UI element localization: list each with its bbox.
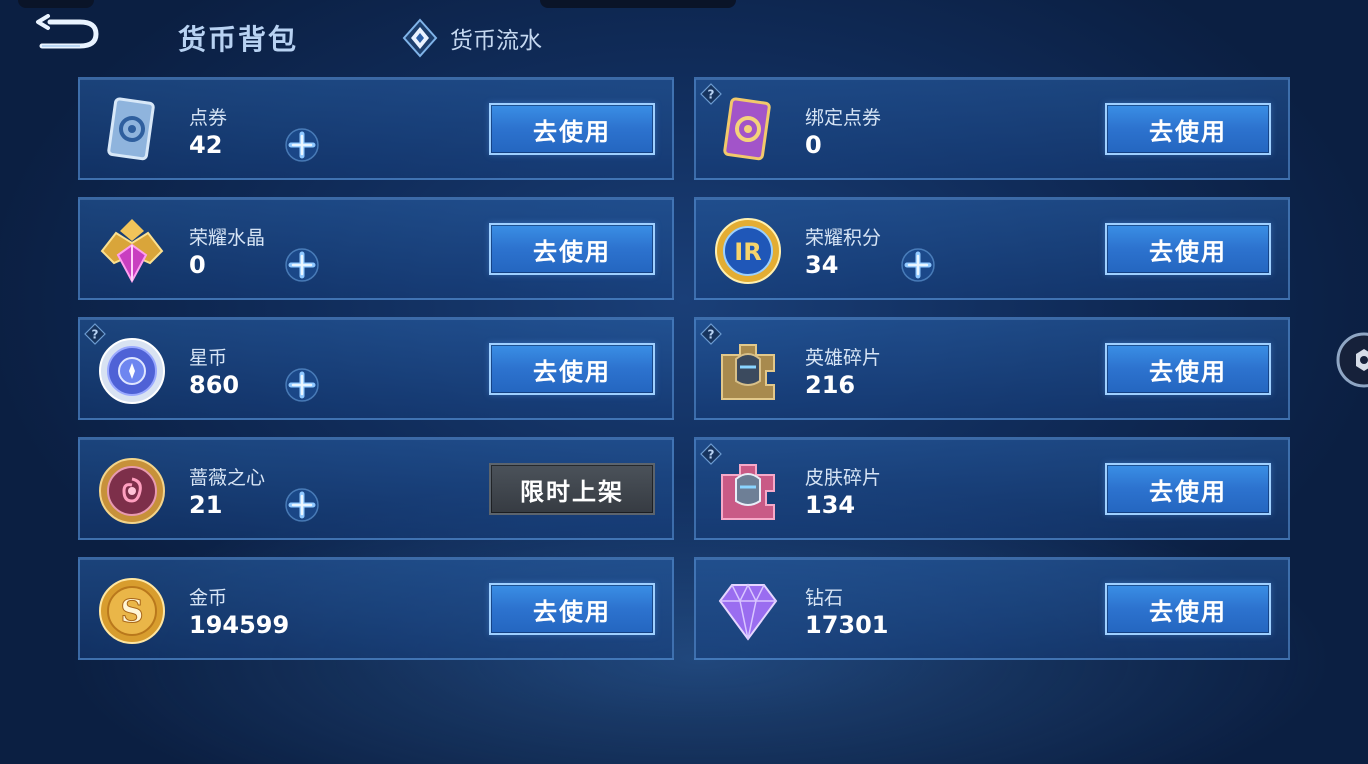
- currency-amount: 21: [189, 491, 223, 519]
- add-plus-icon[interactable]: [283, 366, 321, 404]
- currency-amount: 0: [805, 131, 822, 159]
- currency-card-glory-crystal: 荣耀水晶 0 去使用: [78, 197, 674, 300]
- currency-name: 荣耀水晶: [189, 227, 266, 249]
- use-button[interactable]: 去使用: [489, 103, 655, 155]
- use-button[interactable]: 去使用: [1105, 583, 1271, 635]
- use-button[interactable]: 去使用: [1105, 223, 1271, 275]
- currency-name: 星币: [189, 347, 228, 369]
- back-arrow-icon[interactable]: [32, 14, 104, 54]
- svg-text:S: S: [120, 592, 143, 630]
- currency-name: 钻石: [805, 587, 844, 609]
- currency-name: 荣耀积分: [805, 227, 882, 249]
- add-plus-icon[interactable]: [899, 246, 937, 284]
- currency-card-star-coin: ? 星币 860 去使用: [78, 317, 674, 420]
- currency-card-glory-points: IR 荣耀积分 34 去使用: [694, 197, 1290, 300]
- add-plus-icon[interactable]: [283, 486, 321, 524]
- add-plus-icon[interactable]: [283, 126, 321, 164]
- use-button[interactable]: 去使用: [489, 343, 655, 395]
- gold-coin-icon: S: [99, 578, 165, 644]
- currency-name: 绑定点券: [805, 107, 882, 129]
- hero-fragment-icon: [721, 344, 775, 400]
- currency-amount: 17301: [805, 611, 889, 639]
- currency-name: 皮肤碎片: [805, 467, 882, 489]
- page-title: 货币背包: [178, 23, 299, 56]
- currency-amount: 194599: [189, 611, 290, 639]
- use-button[interactable]: 去使用: [489, 583, 655, 635]
- currency-card-hero-fragment: ? 英雄碎片 216 去使用: [694, 317, 1290, 420]
- diamond-icon: [718, 583, 778, 641]
- star-coin-icon: [99, 338, 165, 404]
- currency-card-skin-fragment: ? 皮肤碎片 134 去使用: [694, 437, 1290, 540]
- use-button[interactable]: 去使用: [1105, 343, 1271, 395]
- glory-points-coin-icon: IR: [715, 218, 781, 284]
- use-button[interactable]: 去使用: [1105, 463, 1271, 515]
- currency-card-diamond: 钻石 17301 去使用: [694, 557, 1290, 660]
- currency-amount: 34: [805, 251, 839, 279]
- use-button[interactable]: 去使用: [1105, 103, 1271, 155]
- svg-text:IR: IR: [734, 238, 761, 266]
- currency-flow-link[interactable]: 货币流水: [400, 16, 542, 60]
- currency-flow-icon: [402, 18, 438, 58]
- currency-amount: 42: [189, 131, 223, 159]
- skin-fragment-icon: [721, 464, 775, 520]
- currency-name: 英雄碎片: [805, 347, 882, 369]
- use-button[interactable]: 去使用: [489, 223, 655, 275]
- currency-amount: 860: [189, 371, 240, 399]
- side-menu-tab-icon[interactable]: [1334, 332, 1368, 388]
- currency-name: 金币: [189, 587, 228, 609]
- currency-amount: 0: [189, 251, 206, 279]
- currency-card-bound-coupon: ? 绑定点券 0 去使用: [694, 77, 1290, 180]
- rose-heart-coin-icon: [99, 458, 165, 524]
- coupon-card-icon: [107, 97, 155, 161]
- currency-amount: 134: [805, 491, 856, 519]
- currency-card-rose-heart: 蔷薇之心 21 限时上架: [78, 437, 674, 540]
- currency-card-coupon: 点券 42 去使用: [78, 77, 674, 180]
- add-plus-icon[interactable]: [283, 246, 321, 284]
- limited-time-button[interactable]: 限时上架: [489, 463, 655, 515]
- currency-card-gold-coin: S 金币 194599 去使用: [78, 557, 674, 660]
- glory-crystal-icon: [100, 219, 164, 284]
- header: 货币背包 货币流水: [0, 0, 1368, 76]
- bound-coupon-card-icon: [723, 97, 771, 161]
- currency-name: 蔷薇之心: [189, 467, 266, 489]
- currency-flow-label: 货币流水: [450, 28, 542, 54]
- currency-name: 点券: [189, 107, 228, 129]
- currency-amount: 216: [805, 371, 856, 399]
